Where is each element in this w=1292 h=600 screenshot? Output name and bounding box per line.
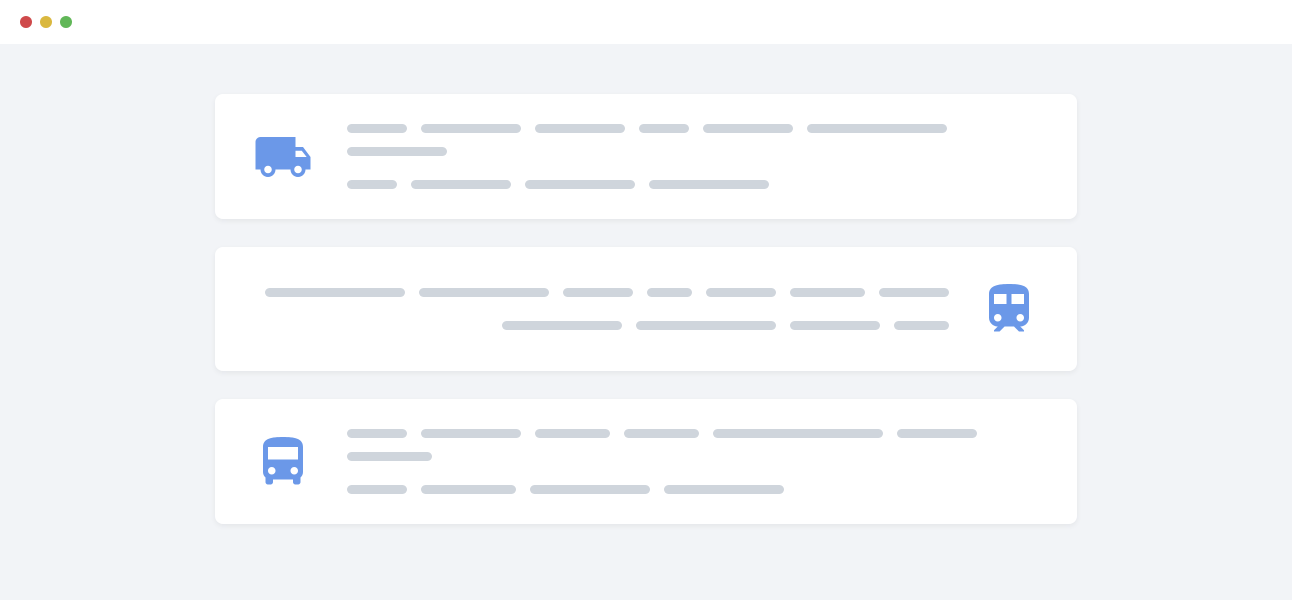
skeleton-segment [790,288,865,297]
skeleton-segment [525,180,635,189]
skeleton-segment [624,429,699,438]
skeleton-line [265,288,949,297]
skeleton-line [347,180,1041,189]
skeleton-segment [563,288,633,297]
window-minimize-button[interactable] [40,16,52,28]
window-close-button[interactable] [20,16,32,28]
skeleton-segment [535,429,610,438]
skeleton-line [347,429,1041,461]
skeleton-segment [639,124,689,133]
skeleton-segment [265,288,405,297]
skeleton-segment [347,124,407,133]
skeleton-segment [636,321,776,330]
skeleton-text-block [347,124,1041,189]
list-card[interactable] [215,247,1077,371]
skeleton-segment [664,485,784,494]
skeleton-segment [649,180,769,189]
window-titlebar [0,0,1292,44]
skeleton-segment [411,180,511,189]
skeleton-segment [421,429,521,438]
skeleton-segment [713,429,883,438]
skeleton-segment [647,288,692,297]
skeleton-line [347,124,1041,156]
bus-icon [251,430,315,494]
skeleton-segment [347,452,432,461]
content-area [0,44,1292,574]
skeleton-segment [879,288,949,297]
skeleton-segment [530,485,650,494]
skeleton-segment [807,124,947,133]
skeleton-segment [421,485,516,494]
skeleton-segment [421,124,521,133]
skeleton-segment [419,288,549,297]
skeleton-segment [894,321,949,330]
skeleton-segment [790,321,880,330]
skeleton-segment [347,429,407,438]
skeleton-segment [897,429,977,438]
skeleton-line [347,485,1041,494]
skeleton-segment [347,485,407,494]
skeleton-text-block [347,429,1041,494]
window-maximize-button[interactable] [60,16,72,28]
truck-icon [251,125,315,189]
skeleton-segment [703,124,793,133]
list-card[interactable] [215,94,1077,219]
skeleton-segment [535,124,625,133]
skeleton-segment [706,288,776,297]
train-icon [977,277,1041,341]
skeleton-segment [347,180,397,189]
skeleton-segment [502,321,622,330]
skeleton-line [502,321,949,330]
skeleton-text-block [251,288,949,330]
list-card[interactable] [215,399,1077,524]
skeleton-segment [347,147,447,156]
